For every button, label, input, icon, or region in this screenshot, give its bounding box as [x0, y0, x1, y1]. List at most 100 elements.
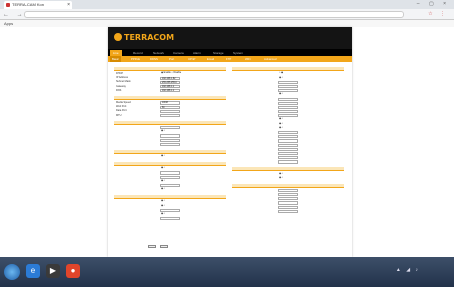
setting-field[interactable]: 192.168.1.82	[160, 76, 180, 80]
setting-field[interactable]	[278, 193, 298, 197]
setting-field[interactable]	[160, 208, 180, 212]
setting-radio-group[interactable]: ◉ ○	[278, 127, 298, 130]
setting-field[interactable]	[160, 134, 180, 138]
section-header	[114, 67, 226, 71]
setting-field[interactable]	[278, 143, 298, 147]
setting-field[interactable]	[278, 151, 298, 156]
setting-field[interactable]	[160, 138, 180, 142]
top-navigation: Live Record Network Camera Alarm Storage Syste…	[108, 49, 352, 56]
setting-field[interactable]	[278, 188, 298, 193]
setting-field[interactable]	[278, 209, 298, 214]
setting-field[interactable]	[278, 84, 298, 89]
right-settings-column: ○ ◉ ◉ ○ ◉ ○ ◉ ○ ◉ ○ ◉ ○ ◉ ○ ◉ ○	[232, 64, 348, 214]
setting-label: MTU	[116, 113, 122, 117]
tray-icons[interactable]: ▲ ◢ ♪	[396, 267, 420, 273]
setting-field[interactable]	[160, 171, 180, 175]
setting-radio-group[interactable]: ◉ Enable ○ Disable	[160, 72, 182, 75]
setting-radio-group[interactable]: ◉ ○	[278, 177, 298, 180]
terracom-logo: TERRACOM	[114, 33, 174, 42]
tab-title: TERRA-CAM Kon	[12, 2, 45, 7]
address-bar-row: ← → ⟳ ☆ ⋮	[0, 9, 454, 20]
save-button[interactable]	[148, 245, 156, 248]
window-controls[interactable]: – ▢ ×	[417, 1, 450, 7]
setting-field[interactable]	[160, 175, 180, 179]
bookmarks-bar: Apps	[0, 20, 454, 27]
subnav-tab[interactable]: PPPoE	[129, 56, 142, 62]
setting-field[interactable]	[278, 197, 298, 201]
setting-field[interactable]	[278, 131, 298, 135]
setting-radio-group[interactable]: ◉ ○	[160, 205, 180, 208]
setting-radio-group[interactable]: ◉ ○	[278, 173, 298, 176]
setting-radio-group[interactable]: ◉ ○	[278, 118, 298, 121]
setting-row: MTU	[114, 114, 230, 118]
setting-field[interactable]	[278, 101, 298, 105]
setting-field[interactable]	[278, 89, 298, 93]
setting-radio-group[interactable]: ◉ ○	[160, 130, 180, 133]
setting-field[interactable]	[160, 109, 180, 113]
subnav-tab[interactable]: Advanced	[262, 56, 278, 62]
setting-radio-group[interactable]: ○ ◉	[278, 72, 298, 75]
setting-radio-group[interactable]: ◉ ○	[160, 188, 180, 191]
page-viewport: TERRACOM Live Record Network Camera Alarm Sto…	[0, 27, 454, 257]
section-header	[114, 149, 226, 154]
setting-field[interactable]	[278, 97, 298, 101]
setting-field[interactable]	[278, 156, 298, 160]
setting-field[interactable]	[278, 147, 298, 151]
setting-radio-group[interactable]: ◉ ○	[278, 77, 298, 80]
subnav-tab[interactable]: FTP	[224, 56, 233, 62]
setting-row	[114, 142, 230, 147]
setting-field[interactable]: 100M	[160, 101, 180, 105]
setting-field[interactable]	[278, 135, 298, 139]
setting-field[interactable]	[160, 126, 180, 130]
apps-bookmark[interactable]: Apps	[4, 21, 13, 26]
refresh-button[interactable]	[159, 245, 168, 248]
browser-toolbar-icons[interactable]: ☆ ⋮	[428, 11, 448, 17]
setting-field[interactable]: 80	[160, 105, 180, 109]
setting-field[interactable]	[278, 114, 298, 118]
setting-field[interactable]	[278, 80, 298, 84]
setting-field[interactable]: 192.168.1.1	[160, 84, 180, 89]
setting-radio-group[interactable]: ◉ ○	[160, 155, 180, 158]
setting-field[interactable]	[278, 110, 298, 114]
setting-field[interactable]	[278, 201, 298, 205]
subnav-tab[interactable]: WiFi	[243, 56, 253, 62]
section-header	[114, 194, 226, 199]
subnav-tab[interactable]: Port	[167, 56, 176, 62]
sub-navigation: Basic PPPoE DDNS Port UPnP Email FTP WiFi Advanc…	[108, 56, 352, 62]
left-settings-column: DHCP ◉ Enable ○ Disable IP Address 192.168.…	[114, 64, 230, 221]
setting-field[interactable]	[278, 160, 298, 164]
setting-radio-group[interactable]: ◉ ○	[278, 93, 298, 96]
setting-label: DNS	[116, 88, 122, 92]
browser-tab[interactable]: TERRA-CAM Kon ×	[4, 1, 72, 9]
taskbar-app-icon[interactable]: e	[26, 264, 40, 278]
setting-row: DNS 192.168.1.1	[114, 89, 230, 93]
taskbar-app-icon[interactable]: ●	[66, 264, 80, 278]
setting-field[interactable]	[160, 183, 180, 188]
setting-field[interactable]	[160, 217, 180, 221]
setting-radio-group[interactable]: ◉ ○	[160, 180, 180, 183]
url-input[interactable]	[24, 11, 404, 18]
setting-field[interactable]	[278, 205, 298, 209]
start-button-icon[interactable]	[4, 264, 20, 280]
close-tab-icon[interactable]: ×	[67, 1, 70, 9]
setting-radio-group[interactable]: ◉ ○	[278, 123, 298, 126]
setting-field[interactable]	[160, 113, 180, 118]
setting-radio-group[interactable]: ◉ ○	[160, 167, 180, 170]
setting-field[interactable]	[278, 105, 298, 110]
section-header	[114, 161, 226, 166]
subnav-tab[interactable]: DDNS	[148, 56, 160, 62]
setting-field[interactable]	[160, 142, 180, 147]
setting-radio-group[interactable]: ◉ ○	[160, 213, 180, 216]
taskbar: e ▶ ● ▲ ◢ ♪	[0, 257, 454, 287]
section-header	[232, 167, 344, 172]
taskbar-app-icon[interactable]: ▶	[46, 264, 60, 278]
setting-field[interactable]: 255.255.255.0	[160, 80, 180, 84]
subnav-tab[interactable]: UPnP	[186, 56, 197, 62]
subnav-tab[interactable]: Basic	[110, 56, 121, 62]
section-header	[114, 95, 226, 100]
setting-radio-group[interactable]: ◉ ○	[160, 200, 180, 203]
subnav-tab[interactable]: Email	[205, 56, 216, 62]
setting-field[interactable]	[278, 139, 298, 143]
setting-field[interactable]: 192.168.1.1	[160, 89, 180, 93]
section-header	[232, 183, 344, 188]
